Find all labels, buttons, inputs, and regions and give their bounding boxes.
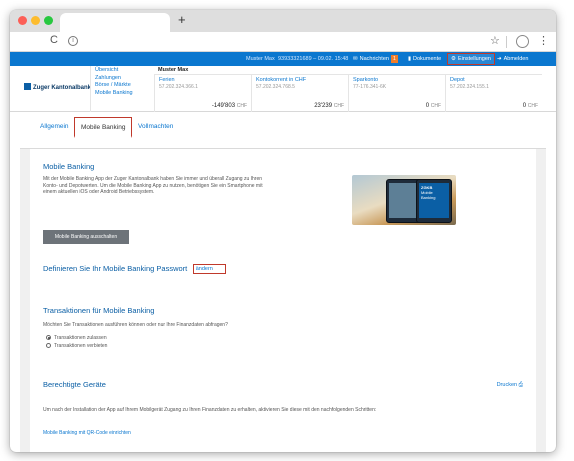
radio-allow-transactions[interactable]: Transaktionen zulassen — [46, 335, 107, 341]
account-overview: Zuger Kantonalbank Übersicht Zahlungen B… — [10, 66, 556, 112]
transactions-question: Möchten Sie Transaktionen ausführen könn… — [43, 322, 228, 328]
gear-icon: ⚙ — [451, 56, 456, 62]
password-title: Definieren Sie Ihr Mobile Banking Passwo… — [43, 264, 188, 273]
printer-icon: ⎙ — [518, 382, 523, 388]
disable-mobile-banking-button[interactable]: Mobile Banking ausschalten — [43, 230, 129, 244]
account-balance: 0 CHF — [425, 103, 441, 109]
minimize-window-icon[interactable] — [31, 16, 40, 25]
account-list: Ferien 57.202.324.366.1 -149'803 CHF Kon… — [154, 75, 542, 112]
reload-icon[interactable]: C — [50, 34, 58, 46]
account-name: Depot — [450, 77, 465, 83]
address-bar: C i ☆ ⋮ — [10, 32, 556, 52]
new-tab-button[interactable]: + — [178, 12, 186, 27]
account-number: 57.202.324.155.1 — [450, 84, 489, 90]
bank-logo[interactable]: Zuger Kantonalbank — [24, 83, 91, 91]
menu-item-mobile-banking[interactable]: Mobile Banking — [95, 90, 150, 98]
title-bar: + — [10, 10, 556, 32]
envelope-icon: ✉ — [353, 56, 358, 62]
browser-menu-icon[interactable]: ⋮ — [538, 34, 549, 47]
close-window-icon[interactable] — [18, 16, 27, 25]
account-name: Sparkonto — [353, 77, 379, 83]
account-number: 57.202.324.366.1 — [159, 84, 198, 90]
tab-authorizations[interactable]: Vollmachten — [138, 123, 173, 130]
logout-link[interactable]: ➜ Abmelden — [497, 55, 528, 63]
radio-deny-transactions[interactable]: Transaktionen verbieten — [46, 343, 107, 349]
account-number: 57.202.324.768.5 — [256, 84, 295, 90]
transactions-title: Transaktionen für Mobile Banking — [43, 306, 155, 315]
mobile-app-image: ZGKB Mobile Banking — [352, 175, 456, 225]
tab-general[interactable]: Allgemein — [40, 123, 69, 130]
document-icon: ▮ — [408, 56, 412, 62]
info-icon[interactable]: i — [68, 36, 78, 46]
browser-window: + C i ☆ ⋮ Muster Max 93933321689 – 09.02… — [10, 10, 556, 452]
devices-title: Berechtigte Geräte — [43, 380, 106, 389]
top-navigation: Muster Max 93933321689 – 09.02. 15:48 ✉ N… — [10, 52, 556, 66]
account-card[interactable]: Ferien 57.202.324.366.1 -149'803 CHF — [154, 75, 251, 112]
settings-tabs: Allgemein Mobile Banking Vollmachten — [10, 112, 556, 138]
phone-image: ZGKB Mobile Banking — [416, 179, 452, 223]
session-info: 93933321689 – 09.02. 15:48 — [278, 56, 349, 62]
radio-unselected-icon[interactable] — [46, 343, 51, 348]
user-name: Muster Max — [246, 56, 275, 62]
mobile-banking-panel: Mobile Banking Mit der Mobile Banking Ap… — [30, 149, 536, 452]
account-menu: Übersicht Zahlungen Börse / Märkte Mobil… — [90, 66, 154, 112]
account-name: Kontokorrent in CHF — [256, 77, 307, 83]
logout-icon: ➜ — [497, 56, 502, 62]
account-name: Ferien — [159, 77, 175, 83]
settings-link[interactable]: ⚙ Einstellungen — [447, 53, 495, 65]
account-card[interactable]: Kontokorrent in CHF 57.202.324.768.5 23'… — [251, 75, 348, 112]
account-owner: Muster Max — [154, 66, 542, 75]
account-balance: 23'239 CHF — [314, 103, 344, 109]
change-password-link[interactable]: ändern — [192, 264, 226, 274]
account-card[interactable]: Depot 57.202.324.155.1 0 CHF — [445, 75, 542, 112]
account-balance: 0 CHF — [522, 103, 538, 109]
mobile-banking-title: Mobile Banking — [43, 162, 95, 171]
content-area: Mobile Banking Mit der Mobile Banking Ap… — [20, 148, 546, 452]
account-number: 77-176.341-6K — [353, 84, 387, 90]
bank-logo-icon — [24, 83, 31, 90]
account-card[interactable]: Sparkonto 77-176.341-6K 0 CHF — [348, 75, 445, 112]
password-row: Definieren Sie Ihr Mobile Banking Passwo… — [43, 258, 226, 276]
print-link[interactable]: Drucken ⎙ — [497, 382, 523, 389]
qr-setup-link[interactable]: Mobile Banking mit QR-Code einrichten — [43, 430, 131, 436]
account-balance: -149'803 CHF — [211, 103, 247, 109]
radio-selected-icon[interactable] — [46, 335, 51, 340]
messages-link[interactable]: ✉ Nachrichten 1 — [353, 55, 398, 63]
menu-item-payments[interactable]: Zahlungen — [95, 75, 150, 83]
maximize-window-icon[interactable] — [44, 16, 53, 25]
browser-tab[interactable] — [60, 13, 170, 32]
tab-mobile-banking[interactable]: Mobile Banking — [74, 117, 133, 138]
toolbar-divider — [506, 36, 507, 48]
menu-item-markets[interactable]: Börse / Märkte — [95, 82, 150, 90]
documents-link[interactable]: ▮ Dokumente — [408, 55, 441, 63]
devices-description: Um nach der Installation der App auf Ihr… — [43, 407, 377, 413]
bookmark-star-icon[interactable]: ☆ — [490, 34, 500, 47]
menu-item-overview[interactable]: Übersicht — [95, 67, 150, 75]
messages-count-badge: 1 — [390, 55, 398, 63]
profile-avatar-icon[interactable] — [516, 35, 529, 48]
